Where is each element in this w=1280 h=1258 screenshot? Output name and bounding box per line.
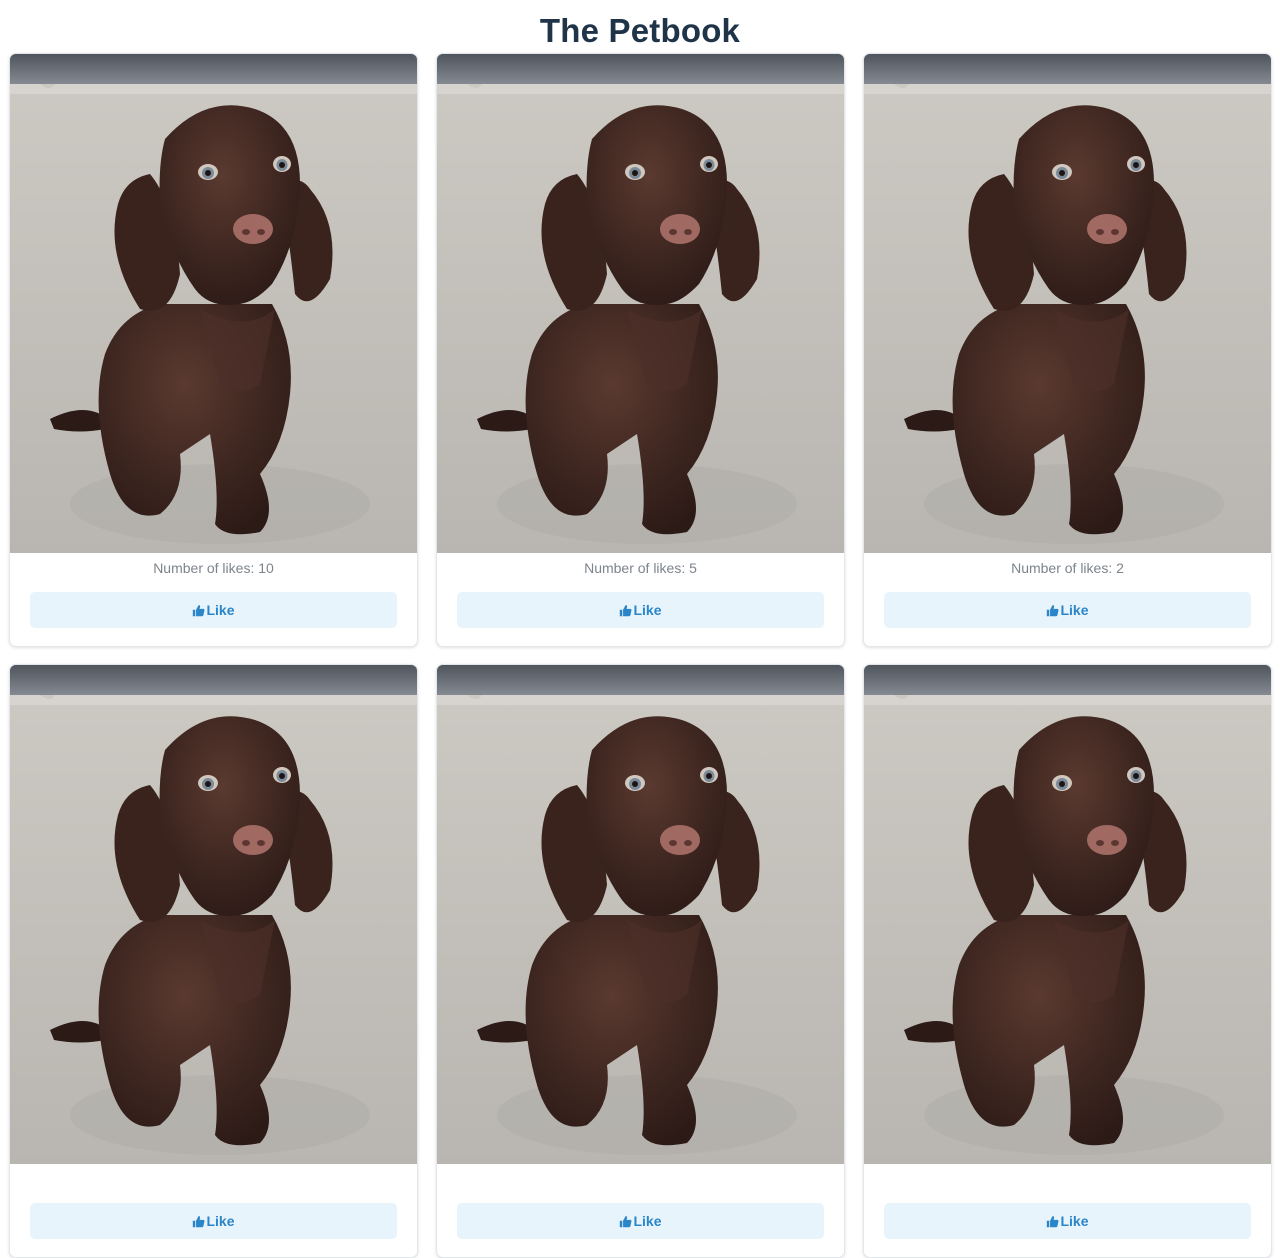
like-button-label: Like: [633, 1213, 662, 1229]
like-button[interactable]: Like: [30, 1203, 397, 1239]
thumbs-up-icon: [192, 1215, 205, 1228]
like-button-label: Like: [1060, 602, 1089, 618]
pet-card: Like: [436, 664, 845, 1258]
pet-card: Number of likes: 5 Like: [436, 53, 845, 647]
likes-count: Number of likes: 10: [153, 560, 274, 576]
thumbs-up-icon: [192, 604, 205, 617]
like-button[interactable]: Like: [457, 1203, 824, 1239]
pet-grid: Number of likes: 10 Like Number of likes…: [9, 53, 1272, 1258]
like-button-label: Like: [206, 602, 235, 618]
likes-count: [10, 1169, 417, 1189]
like-button[interactable]: Like: [457, 592, 824, 628]
pet-photo: [437, 665, 844, 1164]
likes-count: [437, 1169, 844, 1189]
thumbs-up-icon: [619, 604, 632, 617]
pet-photo: [864, 54, 1271, 553]
likes-count: Number of likes: 5: [584, 560, 697, 576]
pet-card: Like: [9, 664, 418, 1258]
like-button[interactable]: Like: [30, 592, 397, 628]
likes-count: Number of likes: 2: [1011, 560, 1124, 576]
like-button[interactable]: Like: [884, 1203, 1251, 1239]
pet-card: Like: [863, 664, 1272, 1258]
page-title: The Petbook: [539, 12, 741, 49]
pet-card: Number of likes: 2 Like: [863, 53, 1272, 647]
pet-photo: [10, 665, 417, 1164]
pet-photo: [10, 54, 417, 553]
thumbs-up-icon: [619, 1215, 632, 1228]
like-button[interactable]: Like: [884, 592, 1251, 628]
thumbs-up-icon: [1046, 604, 1059, 617]
pet-photo: [864, 665, 1271, 1164]
like-button-label: Like: [633, 602, 662, 618]
pet-card: Number of likes: 10 Like: [9, 53, 418, 647]
pet-photo: [437, 54, 844, 553]
thumbs-up-icon: [1046, 1215, 1059, 1228]
like-button-label: Like: [206, 1213, 235, 1229]
like-button-label: Like: [1060, 1213, 1089, 1229]
likes-count: [864, 1169, 1271, 1189]
